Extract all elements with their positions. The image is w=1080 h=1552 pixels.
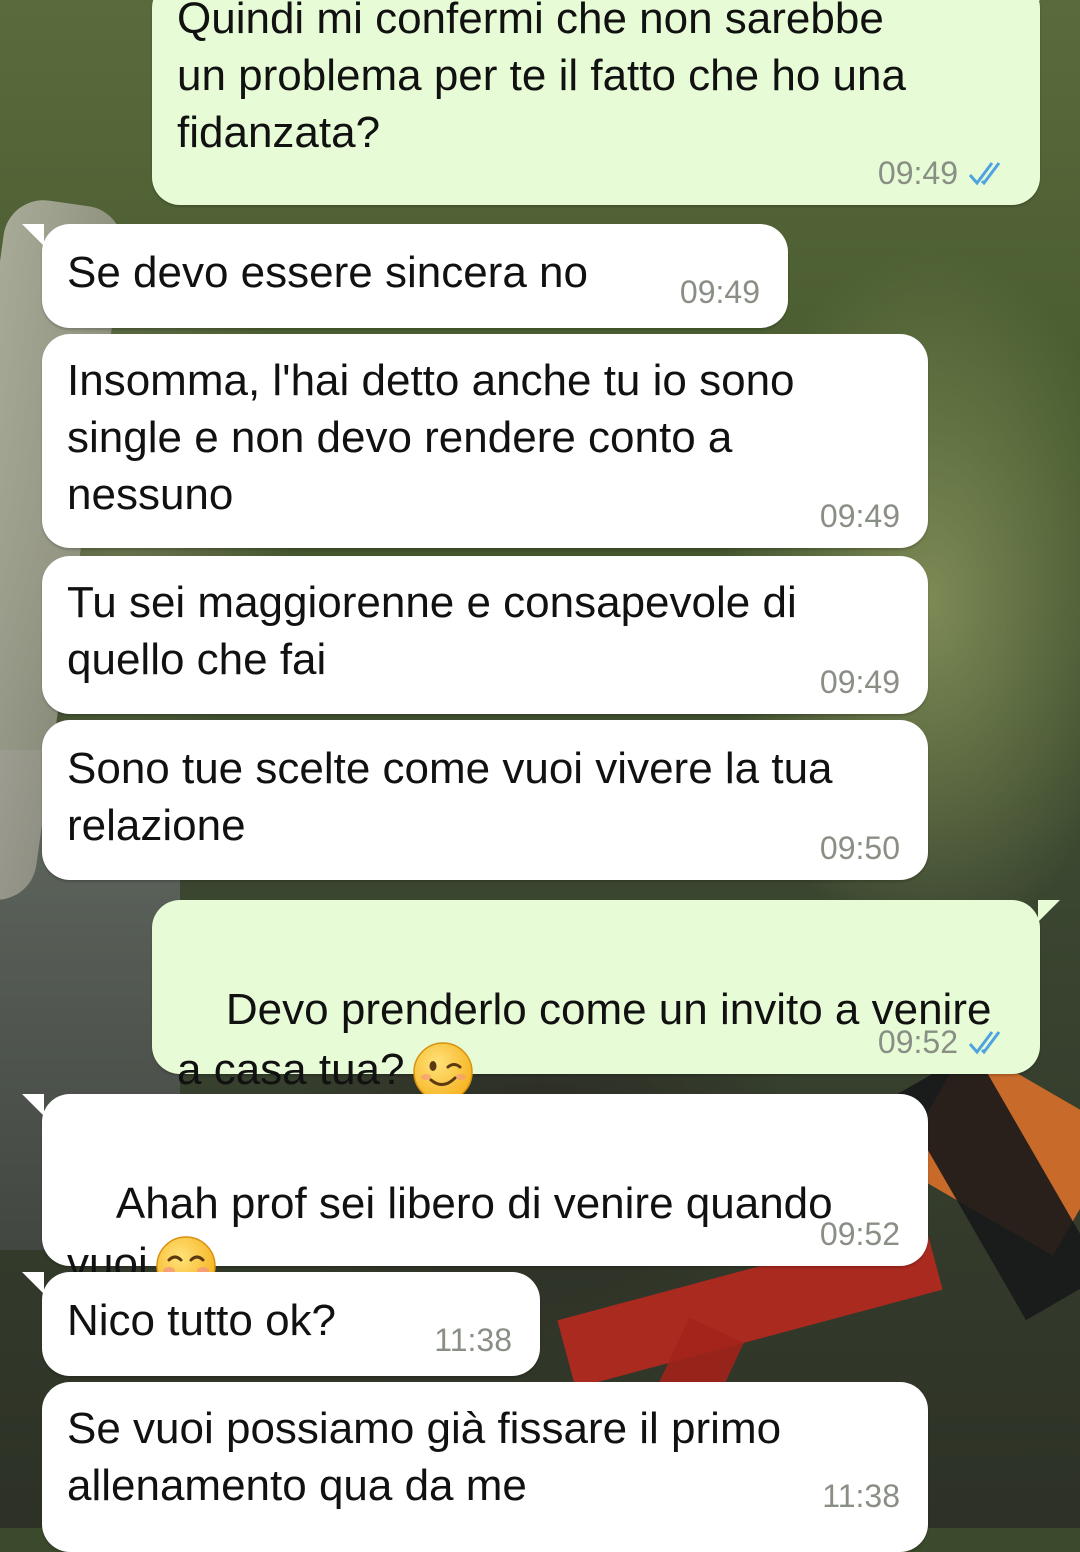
read-receipt-icon (968, 1031, 1001, 1055)
message-time: 09:49 (877, 155, 958, 191)
message-text: Se devo essere sincera no (67, 248, 588, 297)
message-time: 11:38 (434, 1322, 512, 1358)
message-time: 09:52 (819, 1216, 900, 1252)
message-bubble-incoming[interactable]: Se devo essere sincera no 09:49 (22, 224, 788, 328)
message-text: Insomma, l'hai detto anche tu io sono si… (67, 356, 795, 519)
message-bubble-incoming[interactable]: Nico tutto ok? 11:38 (22, 1272, 540, 1376)
message-text: Quindi mi confermi che non sarebbe un pr… (177, 0, 906, 157)
message-meta: 09:52 (878, 1024, 1012, 1060)
message-bubble-incoming[interactable]: Insomma, l'hai detto anche tu io sono si… (42, 334, 928, 548)
message-time: 09:49 (819, 498, 900, 534)
message-meta: 09:52 (820, 1216, 900, 1252)
message-time: 11:38 (822, 1478, 900, 1514)
message-bubble-incoming[interactable]: Sono tue scelte come vuoi vivere la tua … (42, 720, 928, 880)
message-bubble-incoming[interactable]: Tu sei maggiorenne e consapevole di quel… (42, 556, 928, 714)
message-text-line: Devo prenderlo come un invito a venire a… (177, 985, 992, 1094)
message-time: 09:50 (819, 830, 900, 866)
message-time: 09:49 (679, 274, 760, 310)
message-time: 09:49 (819, 664, 900, 700)
message-meta: 09:49 (820, 498, 900, 534)
message-bubble-outgoing[interactable]: Devo prenderlo come un invito a venire a… (152, 900, 1060, 1103)
message-bubble-outgoing[interactable]: Quindi mi confermi che non sarebbe un pr… (152, 0, 1060, 205)
message-text: Se vuoi possiamo già fissare il primo al… (67, 1404, 782, 1510)
message-bubble-incoming[interactable]: Se vuoi possiamo già fissare il primo al… (42, 1382, 928, 1552)
message-text: Sono tue scelte come vuoi vivere la tua … (67, 744, 833, 850)
message-time: 09:52 (877, 1024, 958, 1060)
message-meta: 11:38 (434, 1322, 512, 1358)
read-receipt-icon (968, 162, 1001, 186)
message-meta: 09:49 (820, 664, 900, 700)
message-text: Tu sei maggiorenne e consapevole di quel… (67, 578, 797, 684)
message-meta: 11:38 (822, 1478, 900, 1514)
message-bubble-incoming[interactable]: Ahah prof sei libero di venire quando vu… (22, 1094, 928, 1297)
message-meta: 09:49 (878, 155, 1012, 191)
message-meta: 09:50 (820, 830, 900, 866)
message-meta: 09:49 (680, 274, 760, 310)
message-text: Nico tutto ok? (67, 1296, 337, 1345)
